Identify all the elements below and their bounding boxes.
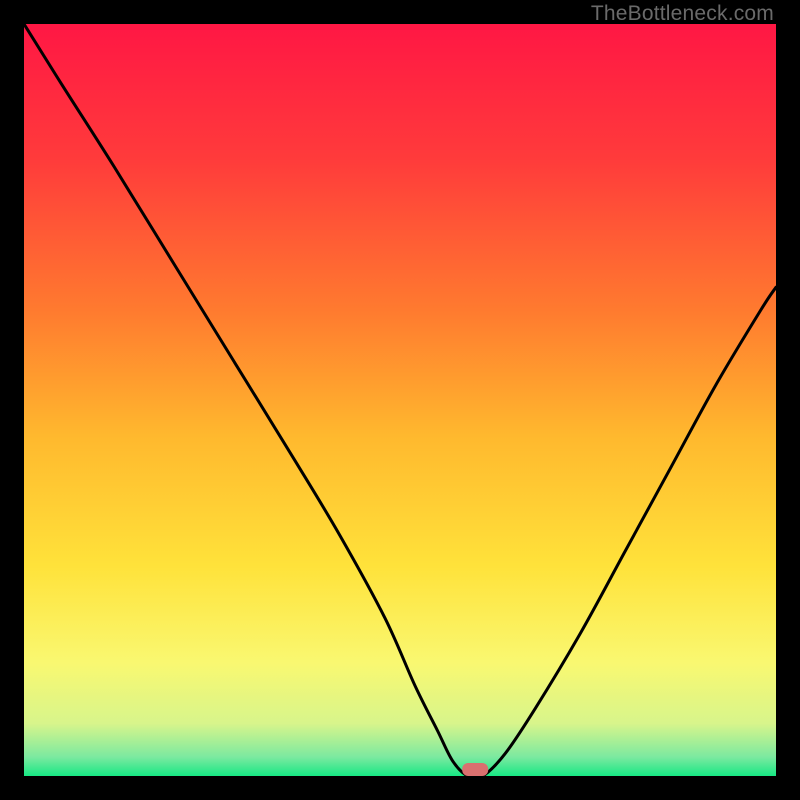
optimal-marker	[462, 763, 488, 776]
watermark-text: TheBottleneck.com	[591, 2, 774, 26]
chart-frame	[24, 24, 776, 776]
chart-background	[24, 24, 776, 776]
bottleneck-chart	[24, 24, 776, 776]
